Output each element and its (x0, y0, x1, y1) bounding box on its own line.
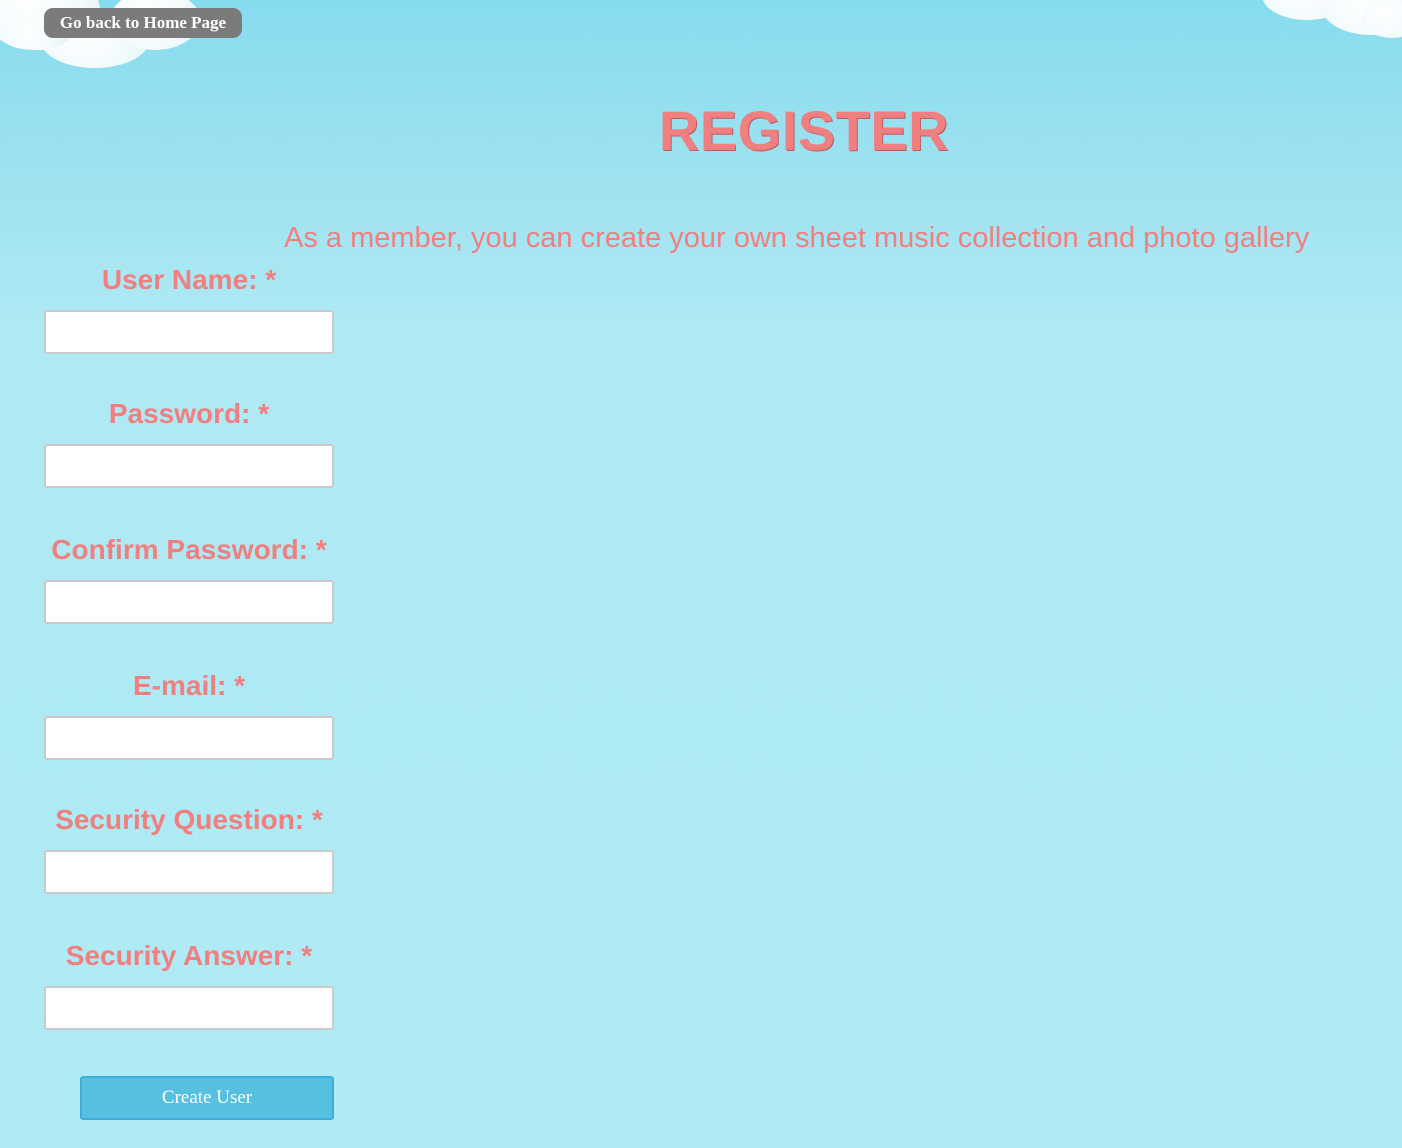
email-input[interactable] (44, 716, 334, 760)
username-label: User Name: * (101, 264, 277, 295)
cloud-decoration-icon (1242, 0, 1402, 40)
security-question-input[interactable] (44, 850, 334, 894)
confirm-password-label: Confirm Password: * (51, 534, 327, 565)
security-question-label: Security Question: * (55, 804, 323, 835)
email-label: E-mail: * (132, 670, 246, 701)
page-tagline: As a member, you can create your own she… (284, 222, 1310, 254)
page-title: REGISTER (658, 99, 950, 162)
confirm-password-input[interactable] (44, 580, 334, 624)
create-user-button[interactable]: Create User (80, 1076, 334, 1120)
password-input[interactable] (44, 444, 334, 488)
security-answer-input[interactable] (44, 986, 334, 1030)
password-label: Password: * (108, 398, 270, 429)
go-home-button[interactable]: Go back to Home Page (44, 8, 242, 38)
username-input[interactable] (44, 310, 334, 354)
security-answer-label: Security Answer: * (65, 940, 313, 971)
